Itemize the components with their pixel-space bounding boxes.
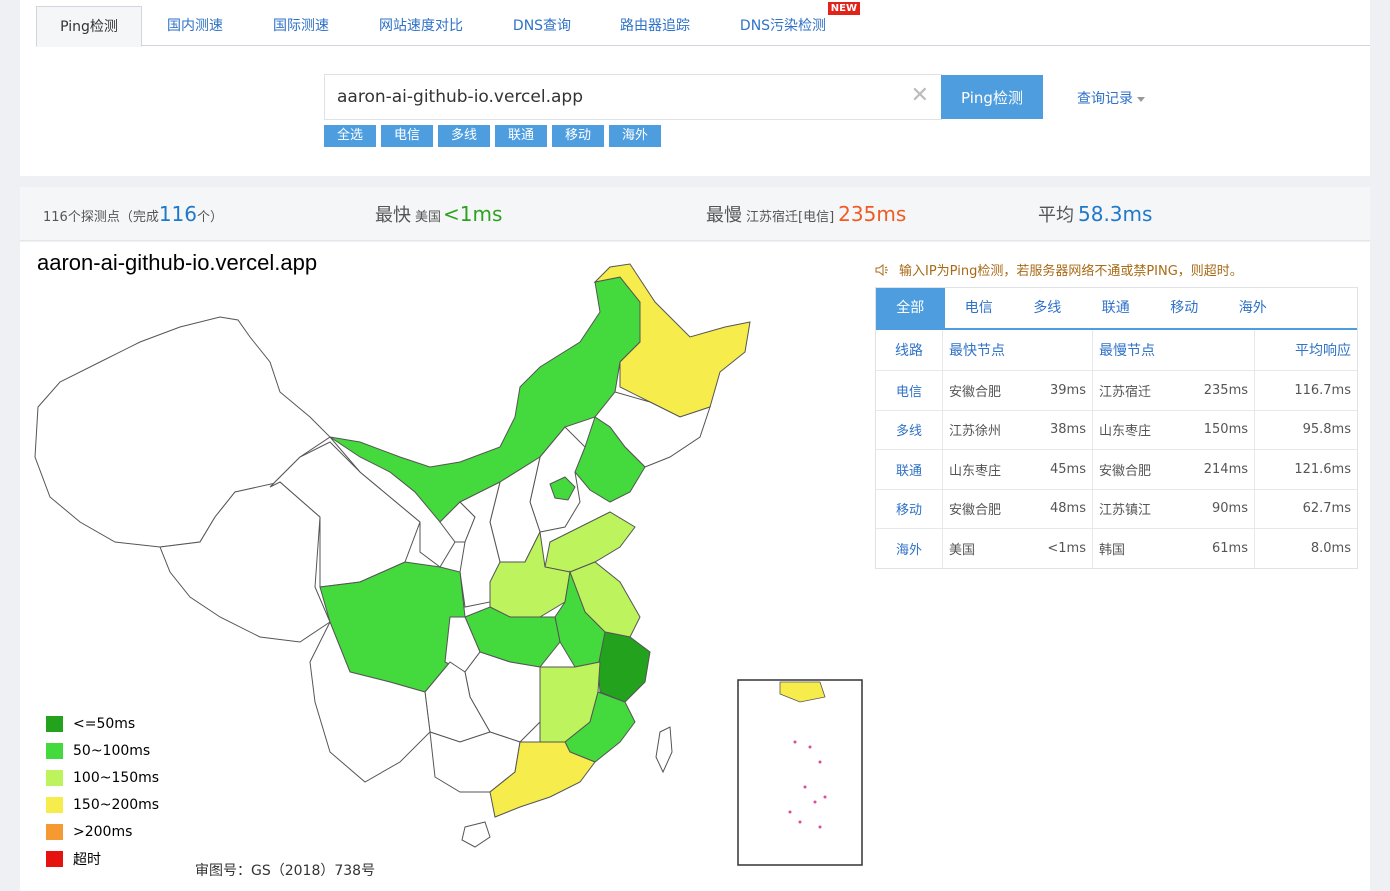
tab-dns-pollution[interactable]: DNS污染检测 NEW [714,2,860,46]
legend-item: >200ms [46,818,159,845]
legend-item: 100~150ms [46,764,159,791]
legend-item: 50~100ms [46,737,159,764]
map-title: aaron-ai-github-io.vercel.app [37,250,318,275]
tab-site-compare[interactable]: 网站速度对比 [354,6,488,46]
tab-ping[interactable]: Ping检测 [36,6,142,47]
filter-overseas[interactable]: 海外 [609,125,661,147]
map-legend: <=50ms 50~100ms 100~150ms 150~200ms >200… [46,710,159,872]
speaker-icon [875,264,888,276]
average-stat: 平均 58.3ms [1038,202,1153,226]
tab-unicom[interactable]: 联通 [1082,288,1151,328]
filter-multiline[interactable]: 多线 [438,125,490,147]
clear-icon[interactable]: ✕ [911,85,929,107]
summary-stats: 116个探测点（完成116个） 最快 美国 <1ms 最慢 江苏宿迁[电信] 235ms… [20,187,1370,241]
legend-item: 超时 [46,845,159,872]
tab-international-speed[interactable]: 国际测速 [248,6,354,46]
caret-down-icon [1137,96,1145,102]
ping-notice: 输入IP为Ping检测，若服务器网络不通或禁PING，则超时。 [875,260,1243,279]
tab-all[interactable]: 全部 [876,288,945,328]
region-zhejiang[interactable] [597,631,651,703]
tab-traceroute[interactable]: 路由器追踪 [596,6,714,46]
map-approval-number: 审图号：GS（2018）738号 [195,863,376,879]
tab-mobile[interactable]: 移动 [1150,288,1219,328]
legend-item: 150~200ms [46,791,159,818]
tab-dns-query[interactable]: DNS查询 [488,6,596,46]
filter-mobile[interactable]: 移动 [552,125,604,147]
result-panel: aaron-ai-github-io.vercel.app <=50ms 50~… [20,242,1370,891]
table-header: 线路 最快节点 最慢节点 平均响应 [876,330,1357,370]
table-row: 多线 江苏徐州 38ms 山东枣庄 150ms 95.8ms [876,409,1357,449]
table-row: 移动 安徽合肥 48ms 江苏镇江 90ms 62.7ms [876,488,1357,528]
filter-telecom[interactable]: 电信 [381,125,433,147]
slowest-stat: 最慢 江苏宿迁[电信] 235ms [706,202,907,226]
host-input[interactable] [325,75,885,119]
tool-tabs: Ping检测 国内测速 国际测速 网站速度对比 DNS查询 路由器追踪 DNS污… [36,2,1370,47]
new-badge: NEW [827,2,860,15]
tab-overseas[interactable]: 海外 [1219,288,1288,328]
ping-tool-panel: Ping检测 国内测速 国际测速 网站速度对比 DNS查询 路由器追踪 DNS污… [20,0,1370,176]
query-history-dropdown[interactable]: 查询记录 [1077,88,1145,108]
filter-unicom[interactable]: 联通 [495,125,547,147]
south-china-sea-inset [737,679,863,866]
ping-button[interactable]: Ping检测 [941,75,1043,119]
isp-tabs: 全部 电信 多线 联通 移动 海外 [876,288,1357,330]
tab-domestic-speed[interactable]: 国内测速 [142,6,248,46]
legend-item: <=50ms [46,710,159,737]
search-box: ✕ [324,74,942,120]
filter-all[interactable]: 全选 [324,125,376,147]
region-taiwan[interactable] [655,726,673,774]
table-row: 海外 美国 <1ms 韩国 61ms 8.0ms [876,528,1357,568]
table-row: 电信 安徽合肥 39ms 江苏宿迁 235ms 116.7ms [876,370,1357,410]
probe-count: 116个探测点（完成116个） [43,202,224,226]
tab-telecom[interactable]: 电信 [945,288,1014,328]
latency-summary-table: 全部 电信 多线 联通 移动 海外 线路 最快节点 最慢节点 平均响应 电信 安… [875,287,1358,569]
region-hainan[interactable] [461,821,491,848]
fastest-stat: 最快 美国 <1ms [375,202,503,226]
table-row: 联通 山东枣庄 45ms 安徽合肥 214ms 121.6ms [876,449,1357,489]
isp-filter-row: 全选 电信 多线 联通 移动 海外 [324,125,661,147]
tab-multiline[interactable]: 多线 [1013,288,1082,328]
